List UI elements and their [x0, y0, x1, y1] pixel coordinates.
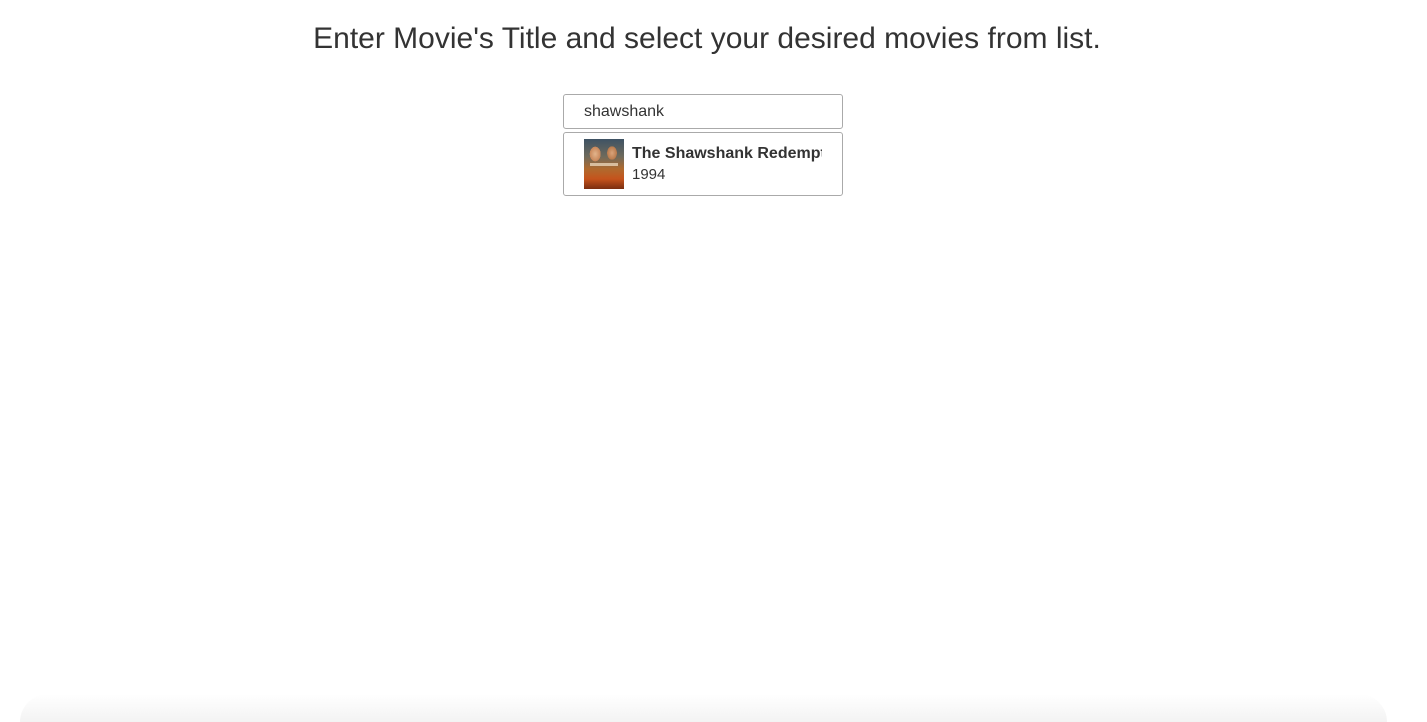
search-results-dropdown: The Shawshank Redemption 1994 [563, 132, 843, 196]
movie-poster-image [584, 139, 624, 189]
movie-search-page: Enter Movie's Title and select your desi… [0, 0, 1427, 722]
result-year: 1994 [632, 165, 666, 183]
movie-search-input[interactable] [563, 94, 843, 129]
bottom-shadow-decoration [20, 694, 1387, 722]
search-result-item[interactable]: The Shawshank Redemption 1994 [564, 133, 842, 195]
page-title: Enter Movie's Title and select your desi… [313, 22, 1101, 55]
result-text: The Shawshank Redemption 1994 [632, 144, 822, 185]
poster-title-mark [590, 163, 618, 166]
result-title: The Shawshank Redemption [632, 144, 822, 162]
